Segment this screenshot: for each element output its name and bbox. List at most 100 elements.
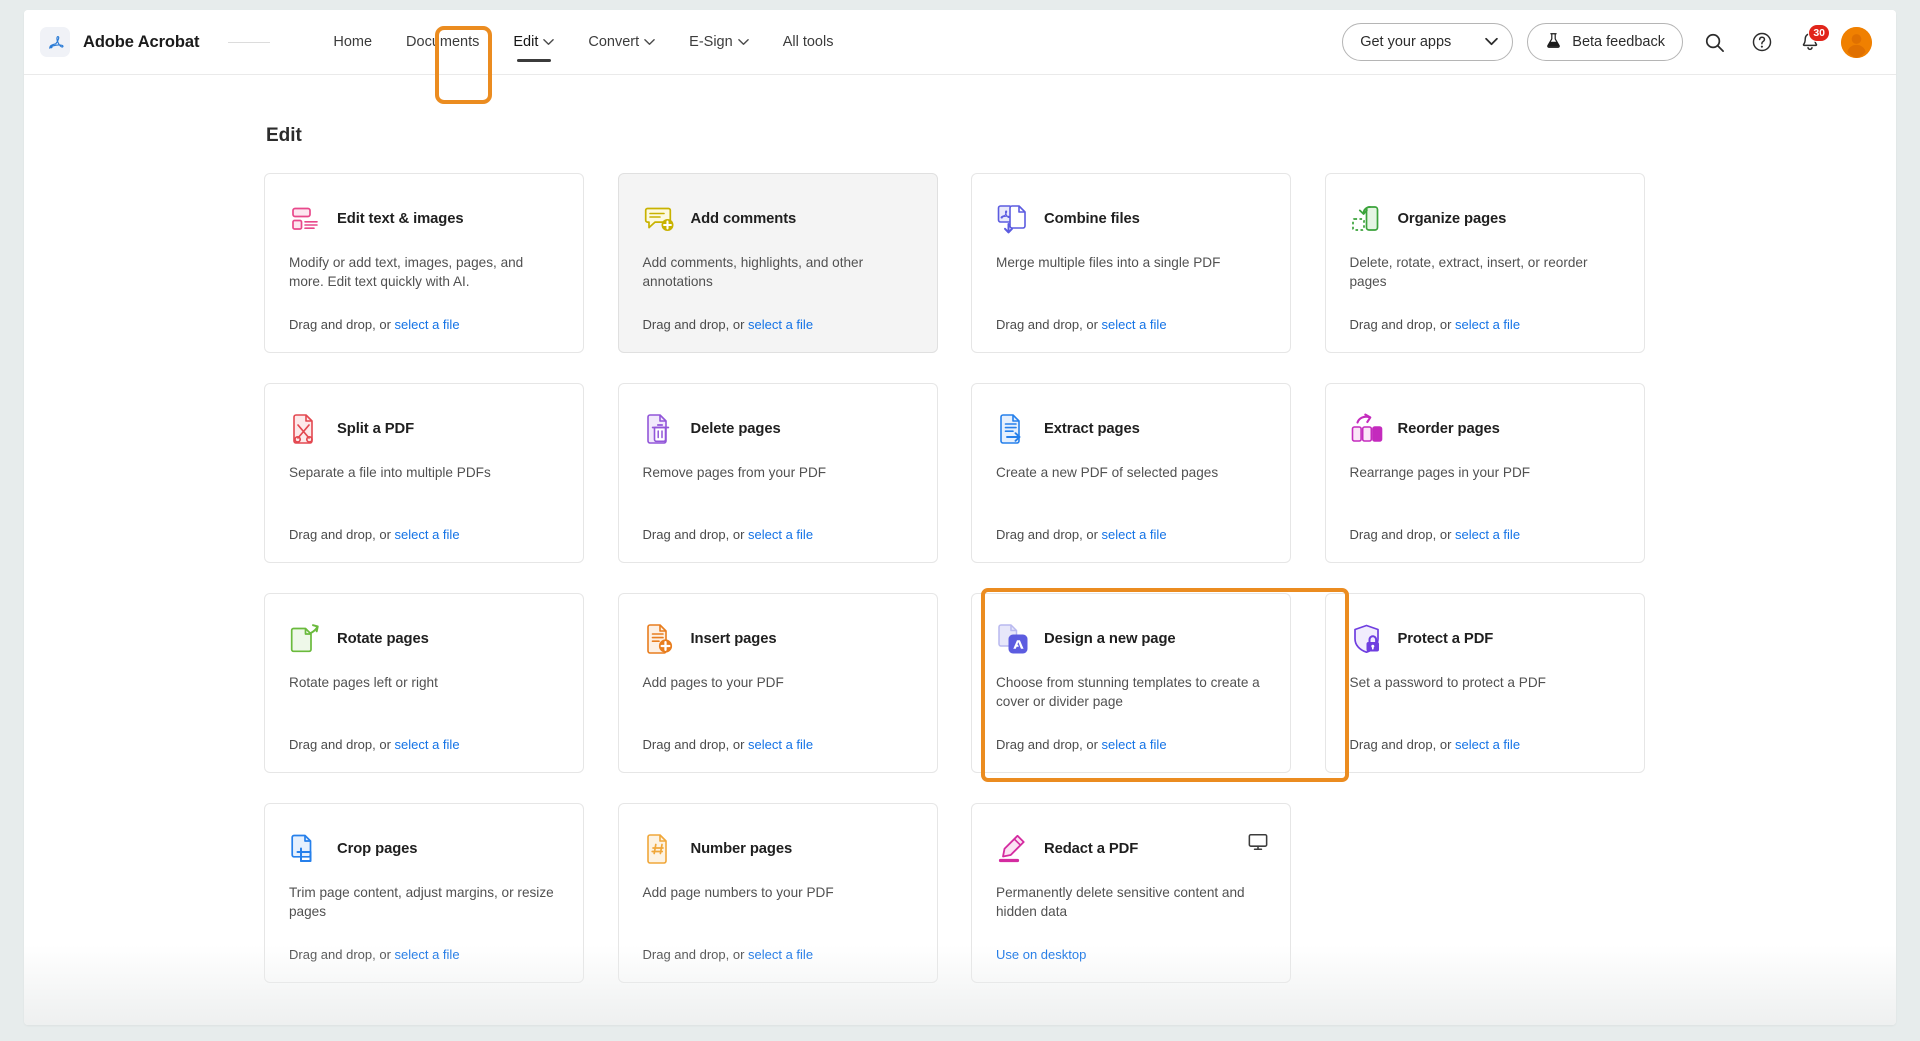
card-description: Permanently delete sensitive content and… — [996, 885, 1245, 920]
nav-tab-e-sign[interactable]: E-Sign — [672, 10, 766, 75]
card-description: Rotate pages left or right — [289, 675, 438, 690]
nav-tab-all-tools[interactable]: All tools — [766, 10, 851, 75]
split-pdf-icon — [289, 412, 323, 446]
select-a-file-link[interactable]: select a file — [1455, 737, 1520, 752]
delete-pages-icon — [643, 412, 677, 446]
tool-card-edit-text-images[interactable]: Edit text & images Modify or add text, i… — [264, 173, 584, 353]
tool-card-redact-a-pdf[interactable]: Redact a PDF Permanently delete sensitiv… — [971, 803, 1291, 983]
card-description: Choose from stunning templates to create… — [996, 675, 1260, 710]
tool-card-insert-pages[interactable]: Insert pages Add pages to your PDF Drag … — [617, 593, 938, 773]
drag-and-drop-label: Drag and drop, or — [642, 527, 749, 542]
select-a-file-link[interactable]: select a file — [395, 737, 460, 752]
browser-viewport: Adobe Acrobat Home Documents Edit Convert E-… — [24, 10, 1896, 1025]
use-on-desktop-link[interactable]: Use on desktop — [996, 947, 1086, 962]
card-footer: Drag and drop, or select a file — [643, 317, 913, 332]
card-header: Protect a PDF — [1350, 622, 1620, 656]
protect-pdf-icon — [1350, 622, 1384, 656]
select-a-file-link[interactable]: select a file — [748, 947, 813, 962]
tool-card-design-a-new-page[interactable]: Design a new page Choose from stunning t… — [971, 593, 1291, 773]
nav-tab-label: Convert — [588, 34, 640, 50]
select-a-file-link[interactable]: select a file — [1455, 317, 1520, 332]
main-content: Edit Edit text & images Modify or add te… — [24, 75, 1896, 983]
drag-and-drop-label: Drag and drop, or — [996, 527, 1102, 542]
brand[interactable]: Adobe Acrobat — [40, 27, 271, 57]
card-title: Number pages — [690, 841, 793, 857]
reorder-pages-icon — [1350, 412, 1384, 446]
nav-tab-convert[interactable]: Convert — [571, 10, 672, 75]
card-description: Add pages to your PDF — [642, 675, 784, 690]
chevron-down-icon — [543, 34, 555, 50]
card-title: Combine files — [1044, 211, 1140, 227]
tool-card-add-comments[interactable]: Add comments Add comments, highlights, a… — [617, 173, 938, 353]
drag-and-drop-label: Drag and drop, or — [996, 317, 1102, 332]
search-icon[interactable] — [1697, 25, 1731, 59]
extract-pages-icon — [996, 412, 1030, 446]
select-a-file-link[interactable]: select a file — [748, 527, 813, 542]
select-a-file-link[interactable]: select a file — [395, 947, 460, 962]
tool-card-combine-files[interactable]: Combine files Merge multiple files into … — [971, 173, 1291, 353]
card-title: Design a new page — [1044, 631, 1176, 647]
select-a-file-link[interactable]: select a file — [1102, 317, 1167, 332]
card-footer: Drag and drop, or select a file — [289, 737, 559, 752]
card-footer: Drag and drop, or select a file — [289, 317, 559, 332]
monitor-icon — [1248, 832, 1268, 852]
card-description: Rearrange pages in your PDF — [1349, 465, 1531, 480]
card-title: Crop pages — [337, 841, 418, 857]
chevron-down-icon — [1485, 34, 1499, 50]
card-description: Separate a file into multiple PDFs — [289, 465, 491, 480]
card-title: Edit text & images — [337, 211, 464, 227]
select-a-file-link[interactable]: select a file — [748, 317, 813, 332]
select-a-file-link[interactable]: select a file — [748, 737, 813, 752]
tool-card-organize-pages[interactable]: Organize pages Delete, rotate, extract, … — [1324, 173, 1645, 353]
drag-and-drop-label: Drag and drop, or — [642, 317, 749, 332]
nav-tab-home[interactable]: Home — [316, 10, 389, 75]
tool-card-rotate-pages[interactable]: Rotate pages Rotate pages left or right … — [264, 593, 584, 773]
drag-and-drop-label: Drag and drop, or — [642, 737, 749, 752]
card-description: Add comments, highlights, and other anno… — [642, 255, 864, 290]
acrobat-logo-icon — [40, 27, 70, 57]
select-a-file-link[interactable]: select a file — [395, 317, 460, 332]
card-header: Number pages — [643, 832, 913, 866]
help-circle-icon[interactable] — [1745, 25, 1779, 59]
select-a-file-link[interactable]: select a file — [395, 527, 460, 542]
card-title: Extract pages — [1044, 421, 1140, 437]
drag-and-drop-label: Drag and drop, or — [289, 317, 395, 332]
select-a-file-link[interactable]: select a file — [1102, 737, 1167, 752]
user-avatar-icon[interactable] — [1841, 26, 1872, 58]
main-nav: Home Documents Edit Convert E-Sign All tools — [316, 10, 850, 75]
beta-feedback-button[interactable]: Beta feedback — [1527, 23, 1683, 61]
tool-card-split-a-pdf[interactable]: Split a PDF Separate a file into multipl… — [264, 383, 584, 563]
card-footer: Drag and drop, or select a file — [1350, 317, 1620, 332]
tool-card-protect-a-pdf[interactable]: Protect a PDF Set a password to protect … — [1324, 593, 1645, 773]
card-title: Protect a PDF — [1397, 631, 1494, 647]
card-title: Reorder pages — [1397, 421, 1500, 437]
nav-tab-label: Documents — [406, 34, 480, 50]
card-header: Combine files — [996, 202, 1266, 236]
card-header: Crop pages — [289, 832, 559, 866]
tool-card-reorder-pages[interactable]: Reorder pages Rearrange pages in your PD… — [1324, 383, 1645, 563]
drag-and-drop-label: Drag and drop, or — [1349, 737, 1456, 752]
card-description: Remove pages from your PDF — [642, 465, 827, 480]
select-a-file-link[interactable]: select a file — [1102, 527, 1167, 542]
app-header: Adobe Acrobat Home Documents Edit Convert E-… — [24, 10, 1896, 75]
organize-pages-icon — [1350, 202, 1384, 236]
brand-name: Adobe Acrobat — [83, 32, 200, 51]
drag-and-drop-label: Drag and drop, or — [1349, 317, 1456, 332]
nav-tab-edit[interactable]: Edit — [496, 10, 571, 75]
nav-tab-documents[interactable]: Documents — [389, 10, 496, 75]
select-a-file-link[interactable]: select a file — [1455, 527, 1520, 542]
tool-card-extract-pages[interactable]: Extract pages Create a new PDF of select… — [971, 383, 1291, 563]
tool-card-number-pages[interactable]: Number pages Add page numbers to your PD… — [617, 803, 938, 983]
card-title: Delete pages — [690, 421, 781, 437]
combine-files-icon — [996, 202, 1030, 236]
card-footer: Drag and drop, or select a file — [289, 947, 559, 962]
beaker-icon — [1545, 32, 1562, 53]
tool-card-crop-pages[interactable]: Crop pages Trim page content, adjust mar… — [264, 803, 584, 983]
get-your-apps-button[interactable]: Get your apps — [1342, 23, 1514, 61]
tool-card-delete-pages[interactable]: Delete pages Remove pages from your PDF … — [617, 383, 938, 563]
card-footer: Drag and drop, or select a file — [996, 737, 1266, 752]
card-footer: Drag and drop, or select a file — [643, 947, 913, 962]
bell-icon[interactable]: 30 — [1793, 24, 1830, 59]
card-header: Edit text & images — [289, 202, 559, 236]
notification-badge: 30 — [1808, 24, 1830, 42]
